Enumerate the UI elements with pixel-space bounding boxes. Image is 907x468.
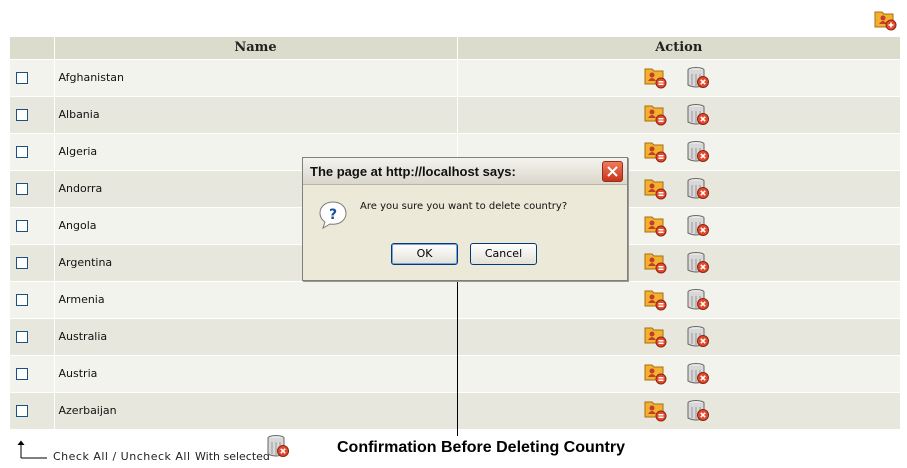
annotation-caption: Confirmation Before Deleting Country	[337, 439, 626, 456]
delete-trash-icon[interactable]	[686, 325, 710, 349]
dialog-message: Are you sure you want to delete country?	[360, 201, 568, 212]
ok-button[interactable]: OK	[391, 243, 458, 265]
edit-country-icon[interactable]	[644, 252, 668, 274]
edit-country-icon[interactable]	[644, 215, 668, 237]
edit-country-icon[interactable]	[644, 400, 668, 422]
edit-country-icon[interactable]	[644, 104, 668, 126]
cancel-button[interactable]: Cancel	[470, 243, 537, 265]
row-checkbox[interactable]	[16, 256, 28, 269]
edit-country-icon[interactable]	[644, 326, 668, 348]
edit-country-icon[interactable]	[644, 289, 668, 311]
row-checkbox[interactable]	[16, 145, 28, 158]
delete-trash-icon[interactable]	[686, 288, 710, 312]
edit-country-icon[interactable]	[644, 178, 668, 200]
country-name: Armenia	[54, 280, 458, 318]
checkbox-column-header	[10, 37, 55, 59]
delete-trash-icon[interactable]	[686, 251, 710, 275]
row-checkbox[interactable]	[16, 71, 28, 84]
delete-trash-icon[interactable]	[266, 434, 290, 460]
row-checkbox[interactable]	[16, 330, 28, 343]
row-checkbox[interactable]	[16, 182, 28, 195]
close-icon[interactable]	[602, 161, 623, 182]
delete-trash-icon[interactable]	[686, 140, 710, 164]
dialog-titlebar[interactable]: The page at http://localhost says:	[303, 158, 627, 185]
question-icon: ?	[317, 199, 349, 231]
row-checkbox[interactable]	[16, 293, 28, 306]
delete-trash-icon[interactable]	[686, 362, 710, 386]
country-name: Australia	[54, 317, 458, 355]
corner-arrow-icon	[16, 438, 48, 464]
row-checkbox[interactable]	[16, 219, 28, 232]
country-name: Afghanistan	[54, 58, 458, 96]
row-checkbox[interactable]	[16, 108, 28, 121]
name-column-header: Name	[54, 37, 458, 59]
dialog-title: The page at http://localhost says:	[310, 164, 516, 179]
annotation-line	[457, 281, 458, 436]
table-row: Armenia	[10, 280, 901, 318]
table-row: Austria	[10, 354, 901, 392]
delete-trash-icon[interactable]	[686, 103, 710, 127]
edit-country-icon[interactable]	[644, 67, 668, 89]
row-checkbox[interactable]	[16, 404, 28, 417]
delete-trash-icon[interactable]	[686, 214, 710, 238]
country-name: Azerbaijan	[54, 391, 458, 429]
table-row: Australia	[10, 317, 901, 355]
row-checkbox[interactable]	[16, 367, 28, 380]
edit-country-icon[interactable]	[644, 363, 668, 385]
delete-trash-icon[interactable]	[686, 399, 710, 423]
svg-text:?: ?	[329, 207, 337, 223]
table-row: Afghanistan	[10, 58, 901, 96]
check-all-link[interactable]: Check All / Uncheck All	[53, 450, 191, 463]
action-column-header: Action	[457, 37, 901, 59]
confirm-dialog: The page at http://localhost says: ? Are…	[302, 157, 628, 281]
delete-trash-icon[interactable]	[686, 177, 710, 201]
with-selected-label: With selected	[195, 450, 270, 463]
add-country-icon[interactable]	[874, 9, 898, 31]
country-name: Albania	[54, 95, 458, 133]
table-row: Azerbaijan	[10, 391, 901, 429]
edit-country-icon[interactable]	[644, 141, 668, 163]
delete-trash-icon[interactable]	[686, 66, 710, 90]
table-row: Albania	[10, 95, 901, 133]
country-name: Austria	[54, 354, 458, 392]
